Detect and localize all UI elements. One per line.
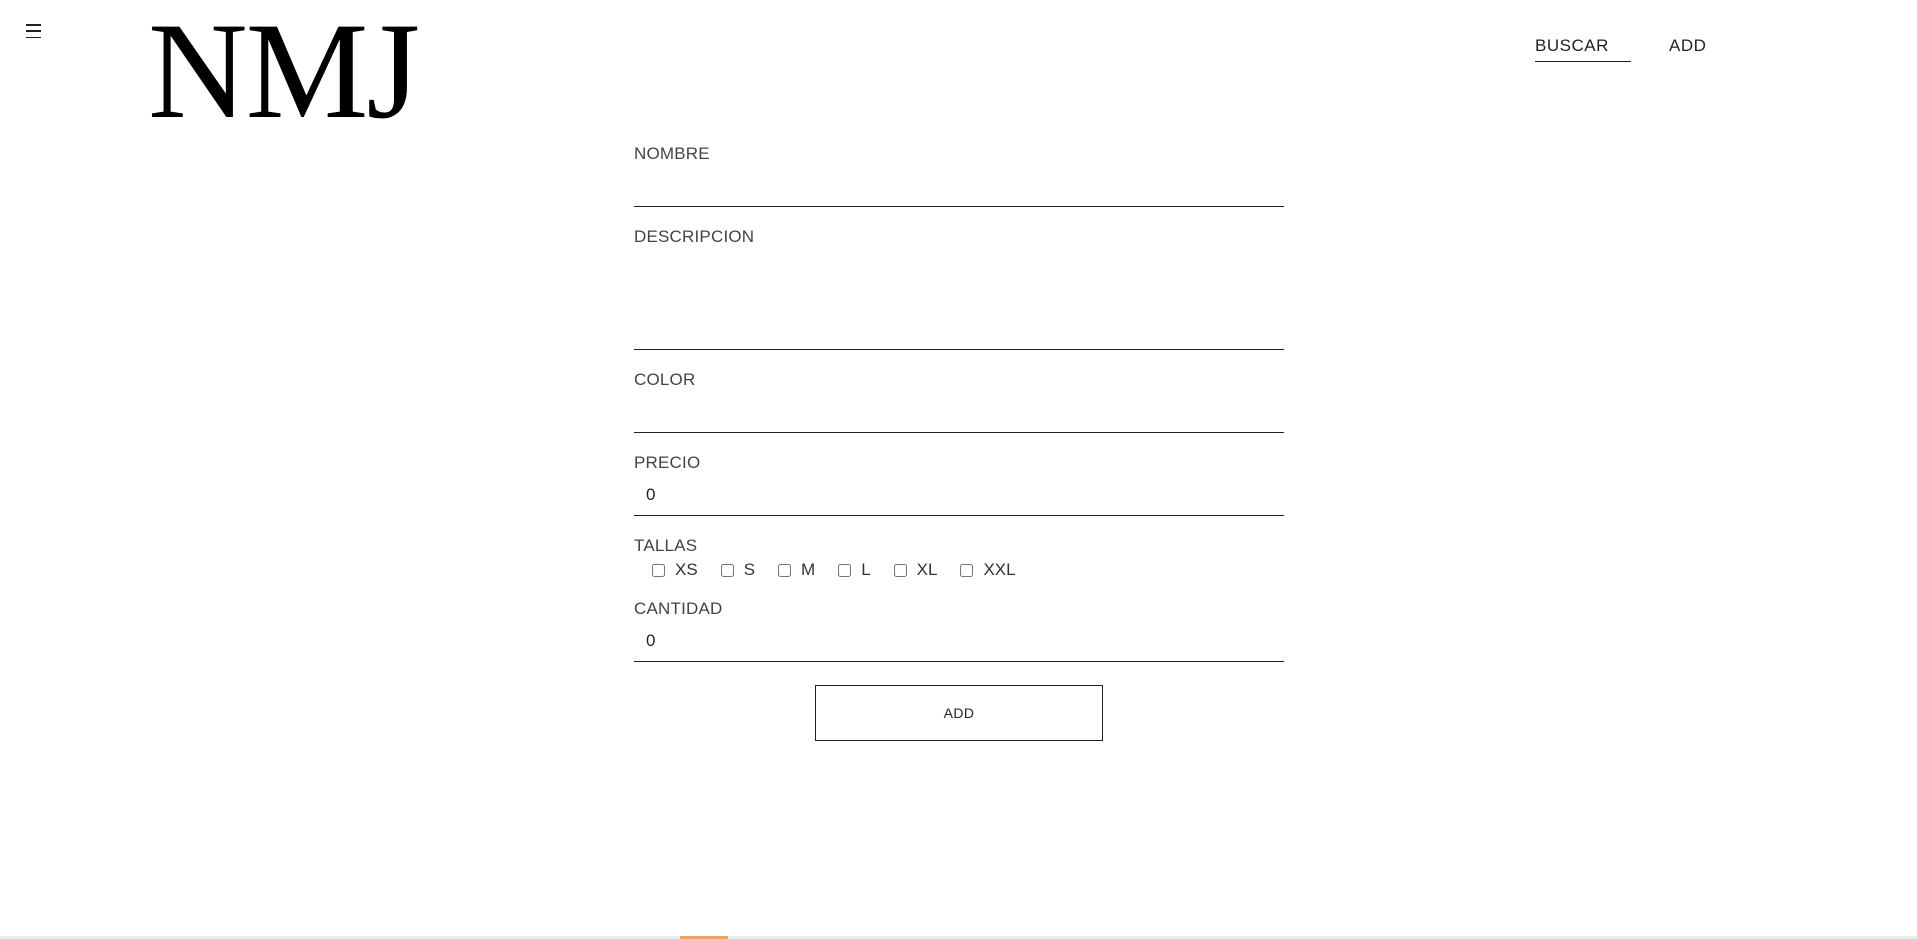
talla-l-checkbox[interactable]	[838, 563, 852, 577]
talla-xl-checkbox[interactable]	[893, 563, 907, 577]
talla-xs-label: XS	[675, 560, 698, 579]
nombre-input[interactable]	[634, 165, 1284, 207]
logo[interactable]: NMJ	[148, 2, 420, 140]
precio-input[interactable]	[634, 474, 1284, 516]
color-label: COLOR	[634, 370, 696, 389]
add-submit-button[interactable]: ADD	[815, 685, 1103, 741]
talla-s-checkbox[interactable]	[720, 563, 734, 577]
talla-xxl-checkbox[interactable]	[960, 563, 974, 577]
talla-s-label: S	[743, 560, 756, 579]
precio-label: PRECIO	[634, 453, 701, 472]
descripcion-field: DESCRIPCION	[634, 225, 1284, 350]
menu-line	[26, 24, 41, 26]
top-nav: BUSCAR ADD	[1535, 36, 1706, 62]
talla-m[interactable]: M	[778, 560, 815, 580]
talla-xs[interactable]: XS	[652, 560, 698, 580]
add-product-form: NOMBRE DESCRIPCION COLOR PRECIO TALLAS X…	[634, 142, 1284, 741]
talla-l[interactable]: L	[838, 560, 871, 580]
talla-s[interactable]: S	[720, 560, 756, 580]
menu-line	[26, 36, 41, 38]
talla-xxl[interactable]: XXL	[960, 560, 1016, 580]
menu-line	[26, 30, 41, 32]
talla-xxl-label: XXL	[983, 560, 1016, 579]
tallas-field: TALLAS XS S M L XL XXL	[634, 534, 1284, 583]
color-input[interactable]	[634, 391, 1284, 433]
precio-field: PRECIO	[634, 451, 1284, 516]
nav-link-add[interactable]: ADD	[1669, 36, 1706, 61]
tallas-label: TALLAS	[634, 536, 698, 555]
color-field: COLOR	[634, 368, 1284, 433]
talla-m-label: M	[801, 560, 816, 579]
cantidad-input[interactable]	[634, 620, 1284, 662]
talla-xl-label: XL	[916, 560, 938, 579]
tallas-options: XS S M L XL XXL	[634, 557, 1284, 583]
talla-l-label: L	[861, 560, 871, 579]
cantidad-field: CANTIDAD	[634, 597, 1284, 662]
nav-link-buscar[interactable]: BUSCAR	[1535, 36, 1631, 62]
descripcion-label: DESCRIPCION	[634, 227, 755, 246]
talla-xs-checkbox[interactable]	[652, 563, 665, 577]
cantidad-label: CANTIDAD	[634, 599, 723, 618]
page: NMJ BUSCAR ADD NOMBRE DESCRIPCION COLOR …	[0, 0, 1917, 939]
descripcion-input[interactable]	[634, 248, 1284, 350]
talla-m-checkbox[interactable]	[778, 563, 792, 577]
talla-xl[interactable]: XL	[893, 560, 938, 580]
nombre-label: NOMBRE	[634, 144, 710, 163]
hamburger-menu-icon[interactable]	[26, 24, 44, 38]
nombre-field: NOMBRE	[634, 142, 1284, 207]
